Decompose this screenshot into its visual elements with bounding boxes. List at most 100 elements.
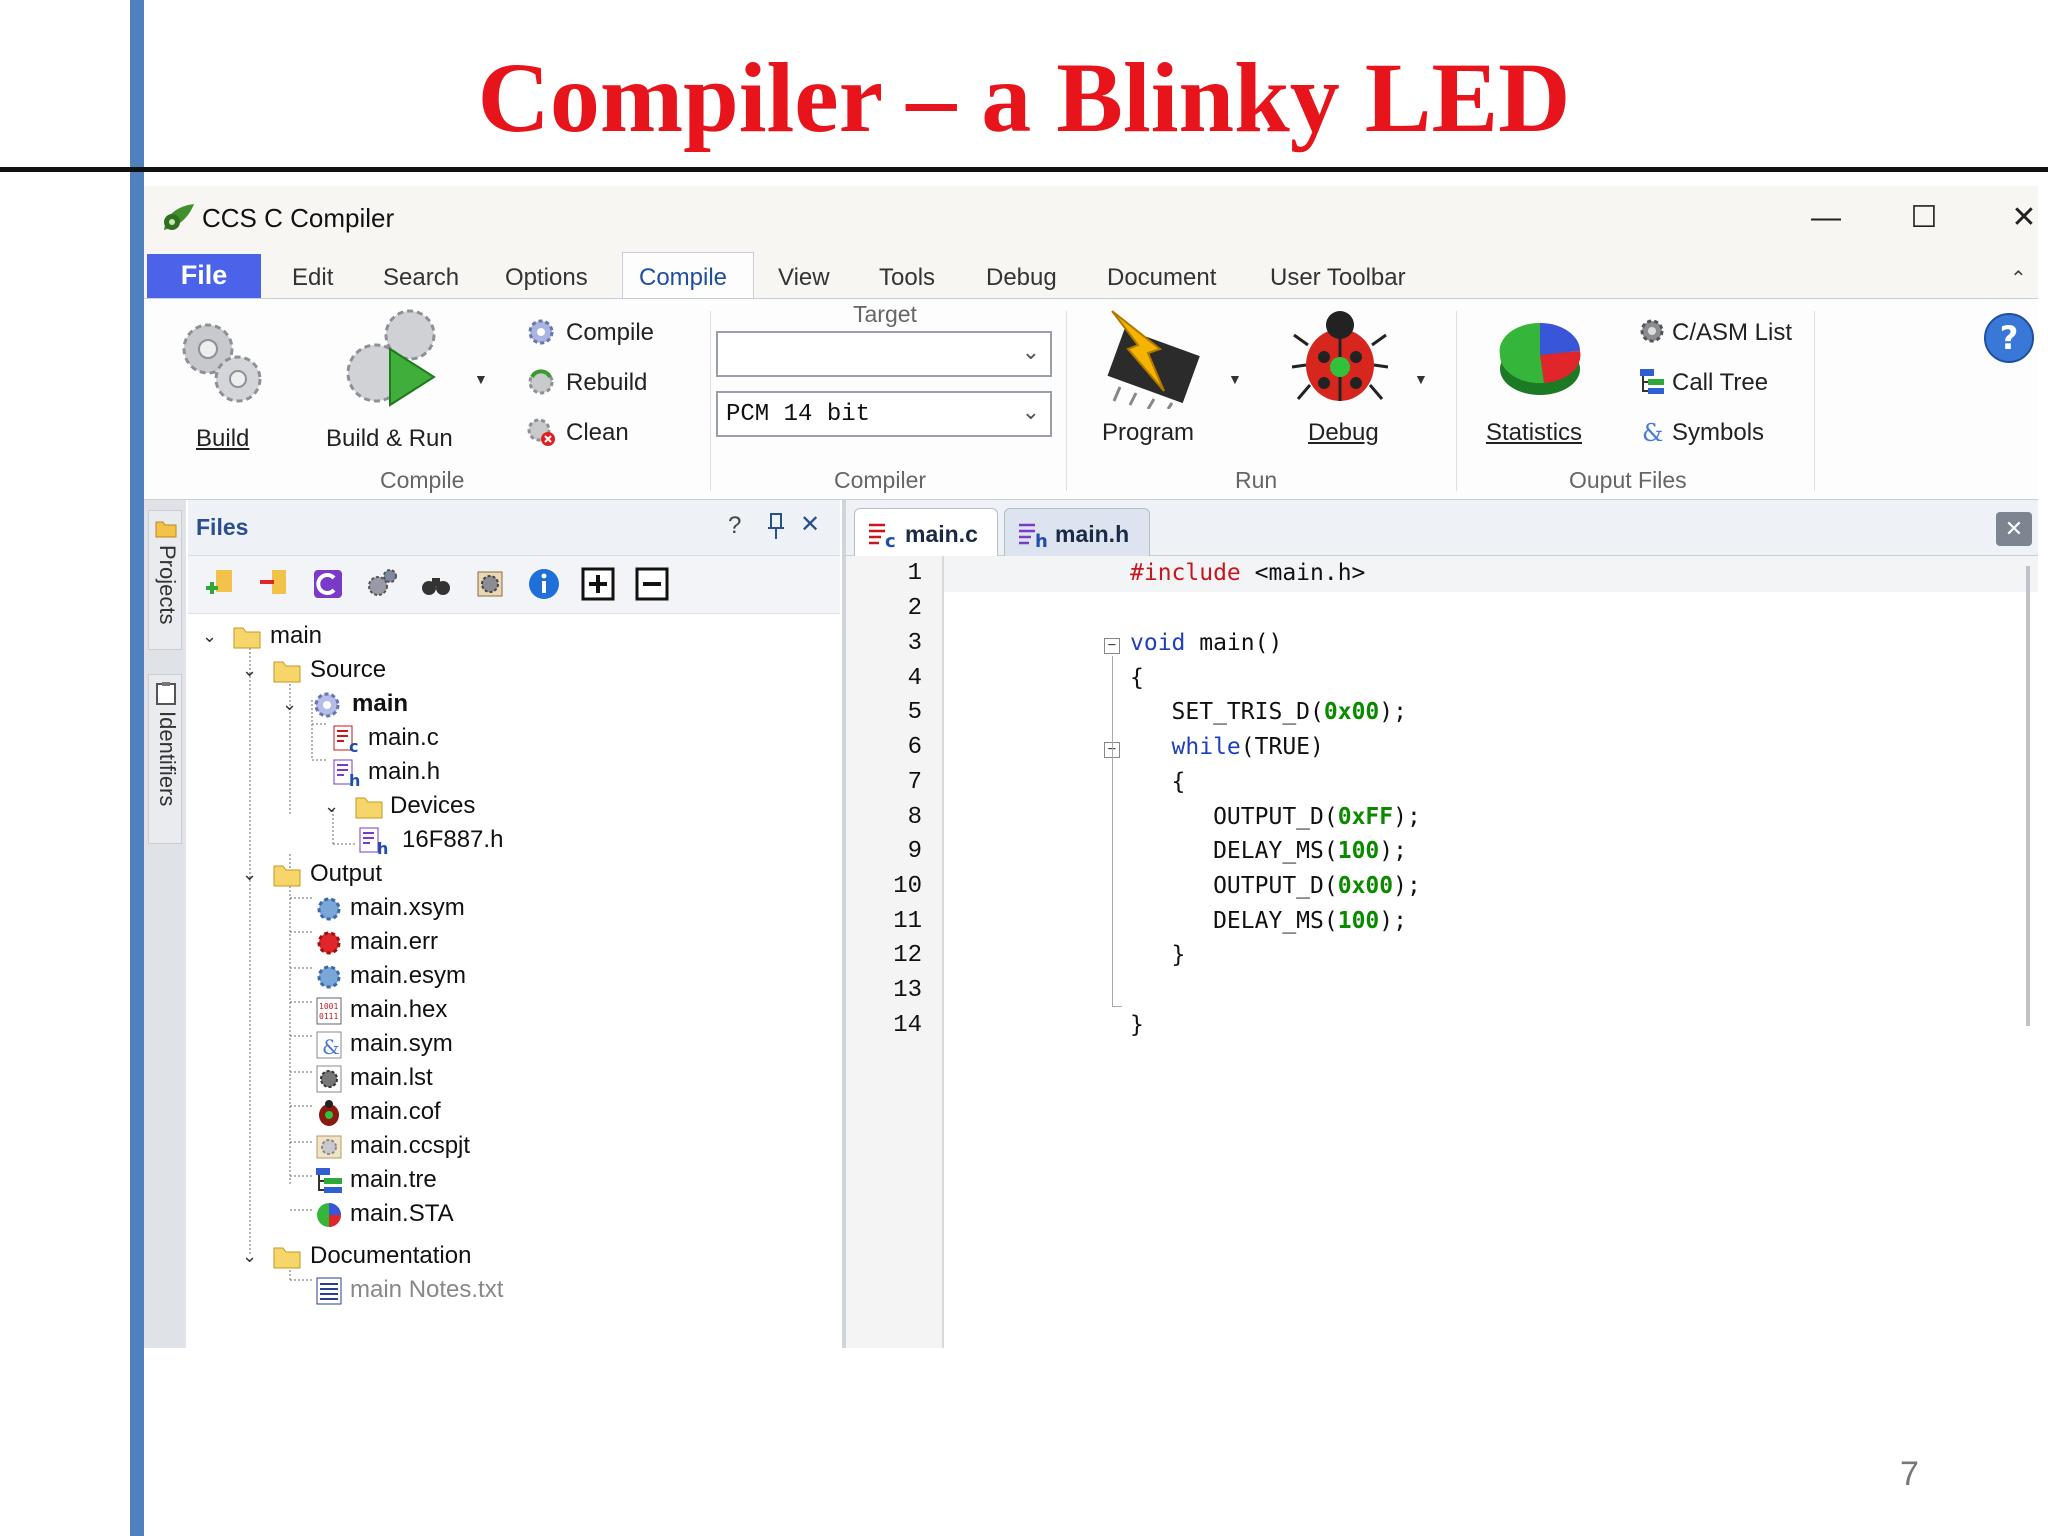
expand-all-icon[interactable] [580,566,616,602]
menu-document[interactable]: Document [1107,264,1216,292]
tree-node-output-file[interactable]: main.xsym [188,892,788,926]
chevron-down-icon[interactable]: ⌄ [202,626,217,647]
chevron-down-icon[interactable]: ⌄ [242,1246,257,1267]
tree-node-output-file[interactable]: main.cof [188,1096,788,1130]
program-dropdown-icon[interactable]: ▼ [1228,371,1242,387]
build-run-button[interactable]: Build & Run [314,305,454,465]
folder-icon [155,521,177,538]
group-separator [1814,311,1815,491]
target-select[interactable]: ⌄ [716,331,1052,377]
tree-label: Devices [390,792,476,819]
tree-node-documentation[interactable]: ⌄ Documentation [188,1240,788,1274]
ladybug-icon [319,1100,339,1126]
line-number: 8 [907,804,922,831]
chevron-down-icon[interactable]: ⌄ [242,864,257,885]
call-tree-button[interactable]: Call Tree [1638,365,1828,401]
tree-node-output-file[interactable]: main.lst [188,1062,788,1096]
line-number: 12 [893,942,922,969]
page-number: 7 [1900,1455,1919,1493]
scrollbar[interactable] [2026,566,2030,1026]
settings-gears-icon[interactable] [364,566,400,602]
tree-node-main-c[interactable]: c main.c [188,722,788,756]
debug-dropdown-icon[interactable]: ▼ [1414,371,1428,387]
menu-compile[interactable]: Compile [639,264,727,292]
chevron-down-icon[interactable]: ⌄ [324,796,339,817]
h-file-icon: h [359,827,388,856]
clean-button[interactable]: Clean [526,415,676,451]
tab-main-c[interactable]: c main.c [854,508,998,556]
fold-toggle-icon[interactable]: − [1104,638,1120,654]
tree-node-devices[interactable]: ⌄ Devices [188,790,788,824]
svg-text:c: c [885,531,896,549]
menu-view[interactable]: View [778,264,830,292]
code-line: } [1130,1012,1144,1038]
tree-node-device-file[interactable]: h 16F887.h [188,824,788,858]
add-file-icon[interactable] [202,566,238,602]
menu-user-toolbar[interactable]: User Toolbar [1270,264,1406,292]
tree-node-output[interactable]: ⌄ Output [188,858,788,892]
maximize-button[interactable]: ☐ [1900,196,1948,240]
tree-node-output-file[interactable]: & main.sym [188,1028,788,1062]
menu-edit[interactable]: Edit [292,264,333,292]
fold-guide [1112,1006,1122,1007]
statistics-button[interactable]: Statistics [1472,301,1604,461]
collapse-all-icon[interactable] [634,566,670,602]
build-run-dropdown-icon[interactable]: ▼ [474,371,488,387]
minimize-button[interactable]: — [1802,196,1850,240]
chevron-down-icon[interactable]: ⌄ [282,694,297,715]
tree-label: Output [310,860,383,887]
tab-main-h[interactable]: h main.h [1004,508,1150,556]
binoculars-icon[interactable] [418,566,454,602]
tree-node-output-file[interactable]: 1001 0111 main.hex [188,994,788,1028]
tree-node-source[interactable]: ⌄ Source [188,654,788,688]
symbols-label: Symbols [1672,419,1765,446]
menu-tools[interactable]: Tools [879,264,935,292]
refresh-icon[interactable] [310,566,346,602]
files-close-button[interactable]: ✕ [800,510,820,539]
identifiers-tab[interactable]: Identifiers [148,674,182,844]
build-button[interactable]: Build [168,313,278,463]
help-icon[interactable]: ? [1982,311,2036,365]
tree-node-main[interactable]: ⌄ main [188,620,788,654]
tree-node-output-file[interactable]: main.tre [188,1164,788,1198]
projects-tab[interactable]: Projects [148,510,182,650]
rebuild-button[interactable]: Rebuild [526,365,676,401]
menu-options[interactable]: Options [505,264,588,292]
tree-node-notes[interactable]: main Notes.txt [188,1274,788,1308]
clean-label: Clean [566,419,629,446]
tree-label: 16F887.h [402,826,504,853]
line-number: 6 [907,734,922,761]
close-button[interactable]: ✕ [2000,196,2038,240]
remove-file-icon[interactable] [256,566,292,602]
code-editor[interactable]: − − #include <main.h> void main() { SET_… [944,556,2038,1348]
menu-file[interactable]: File [147,254,261,298]
debug-button[interactable]: Debug [1274,301,1404,461]
asm-list-button[interactable]: C/ASM List [1638,315,1828,351]
ribbon-collapse-icon[interactable]: ⌃ [2010,266,2027,291]
code-line: OUTPUT_D(0x00); [1130,873,1421,899]
compiler-select[interactable]: PCM 14 bit ⌄ [716,391,1052,437]
tree-node-main-h[interactable]: h main.h [188,756,788,790]
symbols-button[interactable]: & Symbols [1638,415,1828,451]
tree-label: main.tre [350,1166,437,1193]
folder-icon [273,661,301,683]
tree-node-output-file[interactable]: main.STA [188,1198,788,1232]
close-editor-icon[interactable]: ✕ [1996,512,2032,546]
menu-debug[interactable]: Debug [986,264,1057,292]
info-icon[interactable] [526,566,562,602]
compile-button[interactable]: Compile [526,315,676,351]
fold-guide [1112,656,1113,1006]
pin-icon[interactable] [766,512,786,540]
tree-node-main-unit[interactable]: ⌄ main [188,688,788,722]
rebuild-label: Rebuild [566,369,648,396]
program-button[interactable]: Program [1084,301,1224,461]
tree-node-output-file[interactable]: main.err [188,926,788,960]
files-help-button[interactable]: ? [728,512,741,540]
projects-tab-label: Projects [155,545,180,625]
line-number: 7 [907,769,922,796]
menu-search[interactable]: Search [383,264,459,292]
tree-node-output-file[interactable]: main.ccspjt [188,1130,788,1164]
tree-node-output-file[interactable]: main.esym [188,960,788,994]
chevron-down-icon[interactable]: ⌄ [242,660,257,681]
find-file-icon[interactable] [472,566,508,602]
